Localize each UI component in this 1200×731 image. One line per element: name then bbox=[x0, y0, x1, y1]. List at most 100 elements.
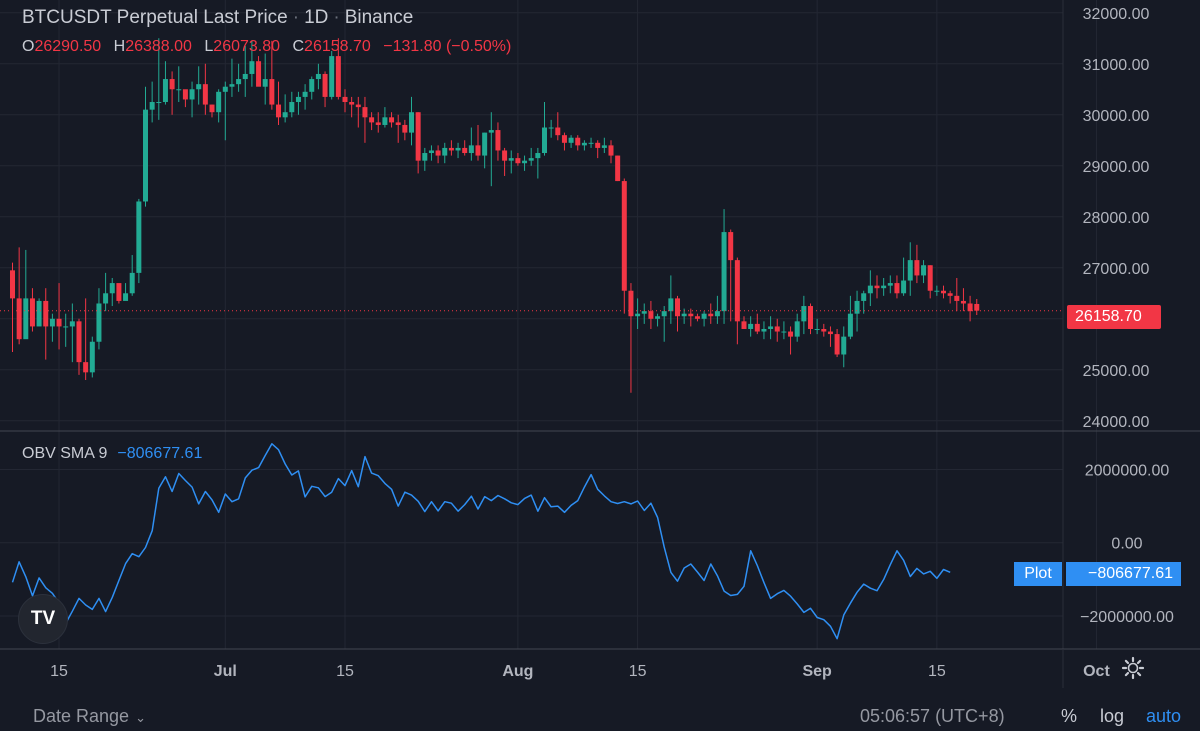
candle-body bbox=[701, 313, 707, 319]
candle bbox=[302, 84, 308, 110]
candle-body bbox=[748, 323, 754, 329]
auto-scale-button[interactable]: auto bbox=[1146, 706, 1181, 727]
candle bbox=[794, 313, 800, 342]
candle-body bbox=[801, 306, 807, 322]
candle bbox=[422, 147, 428, 171]
candle-body bbox=[854, 300, 860, 314]
candle-body bbox=[43, 300, 49, 327]
candle-body bbox=[302, 91, 308, 97]
candle-body bbox=[548, 127, 554, 129]
candle-body bbox=[708, 313, 714, 317]
candle-body bbox=[761, 328, 767, 332]
candle-body bbox=[502, 150, 508, 161]
candle bbox=[834, 328, 840, 358]
candle bbox=[136, 198, 142, 284]
time-axis-label: Jul bbox=[214, 663, 237, 680]
candle-body bbox=[236, 79, 242, 85]
timezone-clock[interactable]: 05:06:57 (UTC+8) bbox=[860, 706, 1005, 727]
candle bbox=[881, 277, 887, 296]
candle-body bbox=[901, 280, 907, 294]
candle bbox=[23, 249, 29, 340]
candle bbox=[342, 89, 348, 113]
candle bbox=[728, 229, 734, 322]
candle bbox=[256, 56, 262, 87]
candle bbox=[974, 298, 980, 316]
candle bbox=[428, 145, 434, 161]
gear-icon[interactable] bbox=[1121, 656, 1145, 680]
candle-body bbox=[63, 326, 69, 328]
candle bbox=[874, 275, 880, 299]
candle-body bbox=[116, 283, 122, 301]
candle-body bbox=[448, 147, 454, 151]
candle bbox=[701, 311, 707, 327]
candle bbox=[774, 318, 780, 342]
candle bbox=[69, 303, 75, 363]
date-range-button[interactable]: Date Range ⌄ bbox=[33, 706, 146, 727]
candle bbox=[960, 288, 966, 312]
candle-body bbox=[728, 232, 734, 261]
candle bbox=[236, 63, 242, 92]
candle-body bbox=[342, 96, 348, 103]
tradingview-logo-icon[interactable]: TV bbox=[18, 594, 68, 644]
candle bbox=[462, 140, 468, 156]
candle-body bbox=[209, 104, 215, 113]
candle bbox=[176, 66, 182, 103]
percent-scale-button[interactable]: % bbox=[1061, 706, 1077, 727]
candle-body bbox=[588, 142, 594, 144]
candle-body bbox=[123, 293, 129, 301]
indicator-legend[interactable]: OBV SMA 9 −806677.61 bbox=[22, 444, 202, 464]
candle bbox=[282, 94, 288, 123]
candle bbox=[901, 257, 907, 296]
candle bbox=[382, 107, 388, 128]
candle-body bbox=[542, 127, 547, 154]
time-axis-label: Sep bbox=[802, 663, 832, 680]
candle bbox=[608, 140, 614, 164]
interval-label[interactable]: 1D bbox=[304, 7, 328, 28]
candle bbox=[761, 321, 767, 340]
candle bbox=[894, 275, 900, 299]
candle bbox=[515, 153, 521, 166]
candle bbox=[189, 81, 195, 118]
price-axis-label: 30000.00 bbox=[1083, 108, 1150, 125]
candle-body bbox=[694, 316, 700, 319]
candle-body bbox=[522, 160, 528, 164]
candle bbox=[262, 53, 268, 105]
candle-body bbox=[315, 73, 321, 80]
candle bbox=[947, 290, 953, 304]
candle-body bbox=[488, 130, 494, 133]
candle bbox=[295, 91, 301, 115]
candle-body bbox=[143, 109, 148, 202]
candle-body bbox=[156, 102, 162, 104]
candle-body bbox=[409, 112, 414, 133]
symbol-name[interactable]: BTCUSDT Perpetual Last Price bbox=[22, 7, 288, 28]
candle-body bbox=[515, 158, 521, 164]
price-axis-label: 28000.00 bbox=[1083, 210, 1150, 227]
candle bbox=[149, 81, 155, 123]
log-scale-button[interactable]: log bbox=[1100, 706, 1124, 727]
candle bbox=[641, 303, 647, 324]
title-separator: · bbox=[292, 7, 300, 28]
candle-body bbox=[754, 323, 760, 332]
candle-body bbox=[182, 89, 188, 100]
candle-body bbox=[442, 147, 448, 156]
candle-body bbox=[887, 283, 893, 286]
candle-body bbox=[89, 341, 95, 373]
time-axis-label: Oct bbox=[1083, 663, 1110, 680]
candle bbox=[36, 298, 42, 327]
candle bbox=[162, 61, 168, 105]
candle-body bbox=[635, 313, 641, 317]
candle-body bbox=[216, 91, 222, 113]
candle-body bbox=[149, 102, 155, 110]
candle-body bbox=[169, 79, 175, 90]
chart-canvas[interactable]: 24000.0025000.0026000.0027000.0028000.00… bbox=[0, 0, 1200, 731]
indicator-name[interactable]: OBV SMA 9 bbox=[22, 445, 107, 462]
candle-body bbox=[615, 155, 621, 182]
candle-body bbox=[382, 117, 388, 125]
candle-body bbox=[774, 326, 780, 332]
candle bbox=[954, 277, 960, 312]
candle-body bbox=[914, 260, 920, 276]
candle-body bbox=[322, 73, 328, 97]
last-price-tag: 26158.70 bbox=[1067, 305, 1161, 329]
open-value: 26290.50 bbox=[34, 38, 102, 55]
candle-body bbox=[508, 158, 514, 161]
